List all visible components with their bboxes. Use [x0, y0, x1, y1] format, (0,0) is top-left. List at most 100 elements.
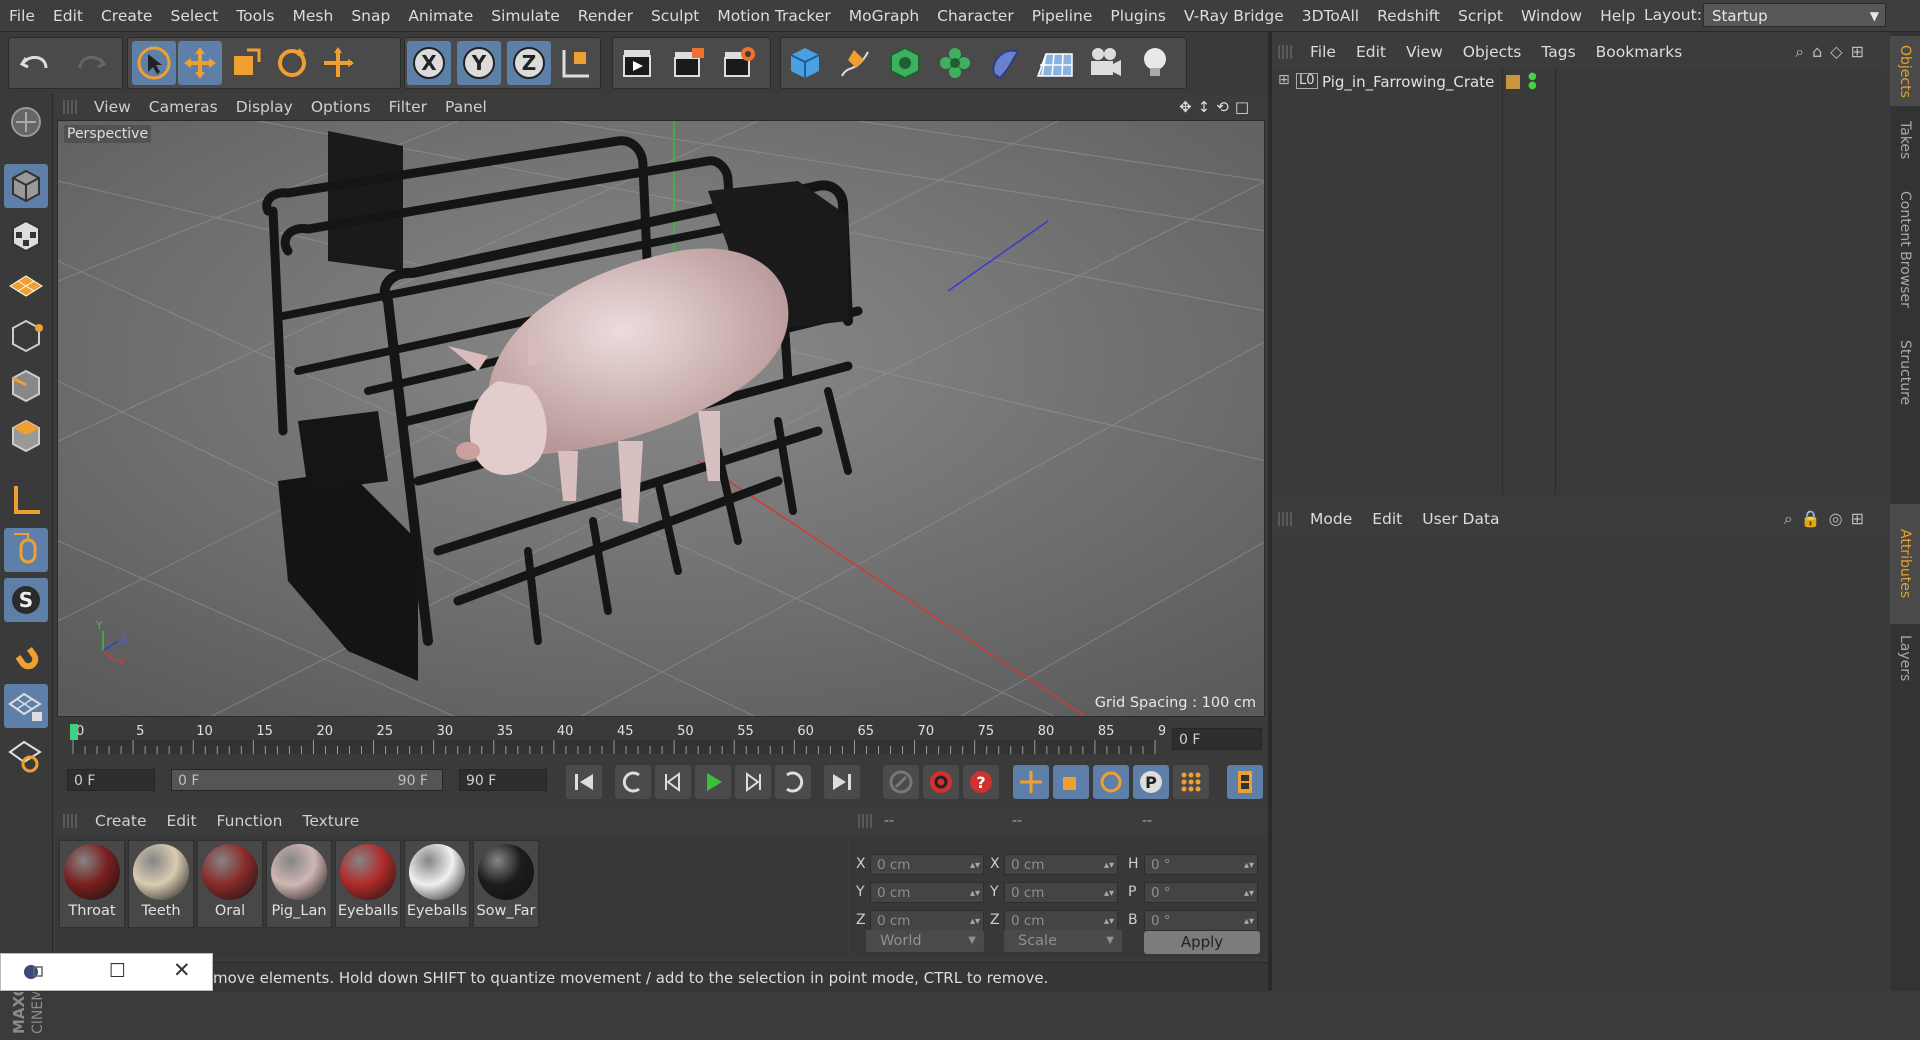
material-swatch[interactable]: Throat: [59, 840, 125, 928]
subdivision-surface-button[interactable]: [883, 41, 927, 85]
menu-create[interactable]: Create: [92, 7, 162, 25]
render-picture-viewer-button[interactable]: [667, 41, 711, 85]
attribute-manager-tools[interactable]: ⌕🔒◎⊞: [1784, 509, 1872, 529]
menu-tools[interactable]: Tools: [227, 7, 283, 25]
z-axis-lock-button[interactable]: Z: [507, 41, 551, 85]
drag-grip-icon[interactable]: [858, 814, 872, 828]
keyframe-selection-button[interactable]: ?: [963, 765, 999, 799]
layout-select[interactable]: Startup ▼: [1703, 3, 1886, 27]
edges-mode-button[interactable]: [4, 364, 48, 408]
snap-button[interactable]: [4, 634, 48, 678]
select-tool-button[interactable]: [132, 41, 176, 85]
menu-plugins[interactable]: Plugins: [1101, 7, 1175, 25]
render-view-button[interactable]: [616, 41, 660, 85]
apply-button[interactable]: Apply: [1144, 931, 1260, 954]
mograph-cloner-button[interactable]: [933, 41, 977, 85]
drag-grip-icon[interactable]: [1278, 45, 1292, 59]
pos-y-field[interactable]: 0 cm ▴▾: [870, 882, 984, 903]
start-frame-field[interactable]: 0 F: [67, 769, 155, 791]
viewport-menu-filter[interactable]: Filter: [380, 98, 436, 116]
pos-z-field[interactable]: 0 cm ▴▾: [870, 910, 984, 931]
spinner-icon[interactable]: ▴▾: [970, 911, 980, 932]
autokey-button[interactable]: [923, 765, 959, 799]
tab-content-browser[interactable]: Content Browser: [1890, 174, 1920, 324]
axis-mode-button[interactable]: [4, 478, 48, 522]
maximize-icon[interactable]: ☐: [109, 960, 126, 982]
menu-snap[interactable]: Snap: [342, 7, 399, 25]
live-select-button[interactable]: [316, 41, 360, 85]
planar-workplane-button[interactable]: [4, 734, 48, 778]
move-tool-button[interactable]: [178, 41, 222, 85]
attr-menu-mode[interactable]: Mode: [1300, 510, 1362, 528]
menu-simulate[interactable]: Simulate: [482, 7, 569, 25]
size-z-field[interactable]: 0 cm ▴▾: [1004, 910, 1118, 931]
spinner-icon[interactable]: ▴▾: [970, 883, 980, 904]
next-key-button[interactable]: [775, 765, 811, 799]
key-parameter-button[interactable]: P: [1133, 765, 1169, 799]
menu-character[interactable]: Character: [928, 7, 1023, 25]
tab-takes[interactable]: Takes: [1890, 110, 1920, 170]
current-frame-field[interactable]: 0 F: [1172, 728, 1262, 750]
key-rotation-button[interactable]: [1093, 765, 1129, 799]
tab-structure[interactable]: Structure: [1890, 328, 1920, 418]
record-keys-button[interactable]: [883, 765, 919, 799]
viewport-nav-icons[interactable]: ✥↕⟲□: [1179, 98, 1255, 116]
material-swatch[interactable]: Teeth: [128, 840, 194, 928]
object-menu-edit[interactable]: Edit: [1346, 43, 1396, 61]
next-frame-button[interactable]: [735, 765, 771, 799]
polygons-mode-button[interactable]: [4, 414, 48, 458]
menu-vray-bridge[interactable]: V-Ray Bridge: [1175, 7, 1293, 25]
material-tag-icon[interactable]: [1506, 75, 1520, 89]
object-row[interactable]: ⊞ L0 Pig_in_Farrowing_Crate ● ●: [1272, 72, 1886, 94]
previous-frame-button[interactable]: [655, 765, 691, 799]
rot-h-field[interactable]: 0 ° ▴▾: [1144, 854, 1258, 875]
previous-key-button[interactable]: [615, 765, 651, 799]
visibility-dots-icon[interactable]: ● ●: [1528, 72, 1537, 91]
material-swatch[interactable]: Eyeballs: [404, 840, 470, 928]
key-pla-button[interactable]: [1173, 765, 1209, 799]
cube-object-button[interactable]: [783, 41, 827, 85]
x-axis-lock-button[interactable]: X: [407, 41, 451, 85]
rotate-tool-button[interactable]: [270, 41, 314, 85]
solo-button[interactable]: S: [4, 578, 48, 622]
material-menu-create[interactable]: Create: [85, 812, 157, 830]
material-swatch[interactable]: Sow_Far: [473, 840, 539, 928]
size-y-field[interactable]: 0 cm ▴▾: [1004, 882, 1118, 903]
material-menu-function[interactable]: Function: [207, 812, 293, 830]
timeline-window-button[interactable]: [1227, 765, 1263, 799]
menu-motion-tracker[interactable]: Motion Tracker: [708, 7, 839, 25]
menu-select[interactable]: Select: [161, 7, 227, 25]
size-x-field[interactable]: 0 cm ▴▾: [1004, 854, 1118, 875]
object-menu-view[interactable]: View: [1396, 43, 1453, 61]
spinner-icon[interactable]: ▴▾: [1104, 855, 1114, 876]
light-object-button[interactable]: [1133, 41, 1177, 85]
menu-redshift[interactable]: Redshift: [1368, 7, 1449, 25]
pos-x-field[interactable]: 0 cm ▴▾: [870, 854, 984, 875]
cinema4d-app-icon[interactable]: [23, 962, 45, 982]
playhead-marker[interactable]: [70, 724, 78, 740]
menu-render[interactable]: Render: [569, 7, 642, 25]
viewport-menu-display[interactable]: Display: [227, 98, 302, 116]
viewport-menu-cameras[interactable]: Cameras: [140, 98, 227, 116]
lock-workplane-button[interactable]: [4, 684, 48, 728]
menu-animate[interactable]: Animate: [399, 7, 482, 25]
key-scale-button[interactable]: [1053, 765, 1089, 799]
texture-mode-button[interactable]: [4, 214, 48, 258]
material-swatch[interactable]: Pig_Lan: [266, 840, 332, 928]
size-mode-select[interactable]: Scale ▼: [1004, 930, 1122, 952]
redo-button[interactable]: [69, 41, 113, 85]
viewport-menu-panel[interactable]: Panel: [436, 98, 496, 116]
tab-layers[interactable]: Layers: [1890, 628, 1920, 688]
spinner-icon[interactable]: ▴▾: [970, 855, 980, 876]
timeline-ruler[interactable]: 051015202530354045505560657075808590: [55, 720, 1267, 760]
go-to-start-button[interactable]: [566, 765, 602, 799]
camera-object-button[interactable]: [1083, 41, 1127, 85]
close-icon[interactable]: ✕: [173, 958, 191, 982]
undo-button[interactable]: [13, 41, 57, 85]
render-settings-button[interactable]: [717, 41, 761, 85]
coordinate-mode-select[interactable]: World ▼: [866, 930, 984, 952]
menu-file[interactable]: File: [0, 7, 44, 25]
object-menu-file[interactable]: File: [1300, 43, 1346, 61]
y-axis-lock-button[interactable]: Y: [457, 41, 501, 85]
rot-p-field[interactable]: 0 ° ▴▾: [1144, 882, 1258, 903]
